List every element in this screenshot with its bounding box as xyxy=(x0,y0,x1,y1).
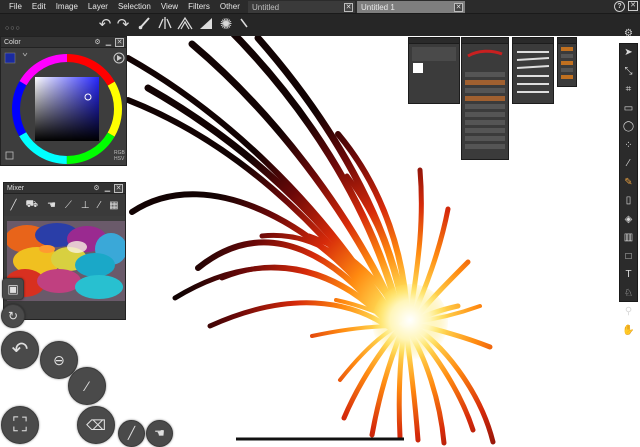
menu-edit[interactable]: Edit xyxy=(27,0,51,14)
smudge-icon: ☚ xyxy=(154,426,165,440)
rotate-icon: ↻ xyxy=(7,309,19,323)
hand-icon[interactable]: ✋ xyxy=(620,322,637,341)
layers-icon: ▣ xyxy=(7,282,19,296)
brush-settings-mini-panel[interactable] xyxy=(461,37,509,160)
menu-layer[interactable]: Layer xyxy=(83,0,113,14)
brush-icon[interactable] xyxy=(136,16,154,34)
menu-other[interactable]: Other xyxy=(215,0,245,14)
transform-icon[interactable]: ⤡ xyxy=(620,63,637,82)
color-wheel[interactable] xyxy=(1,48,126,166)
pen-icon[interactable] xyxy=(235,16,253,34)
smudge-icon[interactable]: ☚ xyxy=(47,200,56,211)
knife-icon[interactable]: ⟋ xyxy=(65,200,72,211)
eyedropper-button[interactable]: ⁄ xyxy=(68,367,106,405)
fill-bucket-icon[interactable]: ⛟ xyxy=(25,199,38,212)
minimize-icon[interactable]: ▁ xyxy=(104,38,113,47)
current-color-swatch xyxy=(4,52,16,64)
clone-icon[interactable]: ♘ xyxy=(620,285,637,304)
palette-icon[interactable]: ▦ xyxy=(109,200,118,211)
close-icon[interactable]: ✕ xyxy=(628,1,638,11)
layers-mini-panel[interactable] xyxy=(408,37,460,104)
gear-icon[interactable]: ⚙ xyxy=(624,28,633,39)
layer-button[interactable]: ▣ xyxy=(2,278,24,300)
eyedropper-icon[interactable]: ⁄ xyxy=(620,155,637,174)
tab-untitled-1[interactable]: Untitled 1 ✕ xyxy=(357,1,465,13)
menu-filters[interactable]: Filters xyxy=(183,0,215,14)
shape-icon[interactable]: □ xyxy=(620,248,637,267)
brush-icon: ╱ xyxy=(127,426,136,440)
color-panel: Color ⚙ ▁ ✕ RGB HSV xyxy=(0,36,127,166)
brush-icon[interactable]: ╱ xyxy=(10,200,16,211)
rotate-button[interactable]: ↻ xyxy=(1,304,25,328)
wand-icon[interactable]: ⁘ xyxy=(620,137,637,156)
mode-hsv[interactable]: HSV xyxy=(114,156,124,162)
menu-image[interactable]: Image xyxy=(51,0,83,14)
crop-icon[interactable]: ⌗ xyxy=(620,81,637,100)
lasso-icon[interactable]: ◯ xyxy=(620,118,637,137)
menu-bar: File Edit Image Layer Selection View Fil… xyxy=(0,0,640,14)
tools-panel: ➤ ⤡ ⌗ ▭ ◯ ⁘ ⁄ ✎ ▯ ◈ ▥ □ T ♘ ⚲ ✋ xyxy=(619,43,638,336)
tab-label: Untitled 1 xyxy=(361,2,395,12)
toolbar: ○○○ ↶ ↷ ✺ ⚙ xyxy=(0,14,640,39)
fill-icon[interactable]: ◈ xyxy=(620,211,637,230)
stamp-icon[interactable]: ⊥ xyxy=(81,200,90,211)
eyedropper-icon[interactable]: ⁄ xyxy=(98,200,100,211)
ruler-icon[interactable] xyxy=(197,16,215,34)
redo-icon[interactable]: ↷ xyxy=(114,16,132,34)
gear-icon[interactable]: ⚙ xyxy=(92,184,101,193)
panel-title: Color xyxy=(4,38,21,46)
tab-untitled[interactable]: Untitled ✕ xyxy=(248,1,355,13)
mixer-toolbar: ╱ ⛟ ☚ ⟋ ⊥ ⁄ ▦ xyxy=(4,194,125,216)
zoom-icon[interactable]: ⚲ xyxy=(620,303,637,322)
sunburst-icon[interactable]: ✺ xyxy=(217,16,235,34)
close-icon[interactable]: ✕ xyxy=(454,2,463,12)
undo-icon: ↶ xyxy=(11,339,29,361)
close-icon[interactable]: ✕ xyxy=(115,37,124,47)
fullscreen-icon: ⛶ xyxy=(13,414,27,436)
gradient-icon[interactable]: ▥ xyxy=(620,229,637,248)
undo-button[interactable]: ↶ xyxy=(1,331,39,369)
panel-header: Color ⚙ ▁ ✕ xyxy=(1,37,126,48)
tab-label: Untitled xyxy=(252,2,280,12)
undo-icon[interactable]: ↶ xyxy=(96,16,114,34)
perspective-icon[interactable] xyxy=(176,16,194,34)
rect-select-icon[interactable]: ▭ xyxy=(620,100,637,119)
more-icon[interactable]: ○○○ xyxy=(5,25,21,32)
help-icon[interactable]: ? xyxy=(614,1,625,12)
menu-selection[interactable]: Selection xyxy=(113,0,156,14)
eraser-icon: ⌫ xyxy=(86,417,106,433)
pencil-icon[interactable]: ✎ xyxy=(620,174,637,193)
panel-title: Mixer xyxy=(7,184,25,192)
menu-file[interactable]: File xyxy=(0,0,27,14)
brush-button[interactable]: ╱ xyxy=(118,420,145,447)
tool-presets-mini-panel[interactable] xyxy=(557,37,577,87)
fullscreen-button[interactable]: ⛶ xyxy=(1,406,39,444)
brush-icon[interactable]: ▯ xyxy=(620,192,637,211)
menu-view[interactable]: View xyxy=(156,0,183,14)
eraser-button[interactable]: ⌫ xyxy=(77,406,115,444)
gear-icon[interactable]: ⚙ xyxy=(93,38,102,47)
level-icon: ⊖ xyxy=(53,352,65,368)
close-icon[interactable]: ✕ xyxy=(114,183,123,193)
arrow-icon[interactable]: ➤ xyxy=(620,44,637,63)
smudge-button[interactable]: ☚ xyxy=(146,420,173,447)
minimize-icon[interactable]: ▁ xyxy=(103,184,112,193)
panel-header: Mixer ⚙ ▁ ✕ xyxy=(4,183,125,194)
text-icon[interactable]: T xyxy=(620,266,637,285)
eyedropper-icon: ⁄ xyxy=(85,378,89,394)
symmetry-icon[interactable] xyxy=(156,16,174,34)
brush-presets-mini-panel[interactable] xyxy=(512,37,554,104)
mixer-canvas[interactable] xyxy=(7,221,125,301)
close-icon[interactable]: ✕ xyxy=(344,2,353,12)
